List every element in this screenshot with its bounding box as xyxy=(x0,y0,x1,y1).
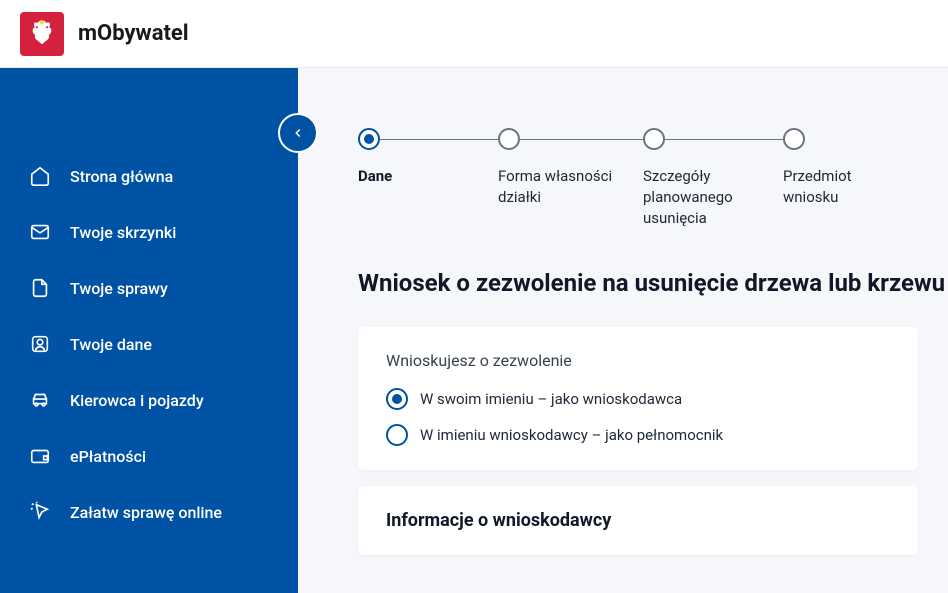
step-circle xyxy=(783,128,805,150)
sidebar-item-online[interactable]: Załatw sprawę online xyxy=(0,484,298,540)
sidebar-item-data[interactable]: Twoje dane xyxy=(0,316,298,372)
section-title: Informacje o wnioskodawcy xyxy=(386,510,890,531)
sidebar: Strona główna Twoje skrzynki Twoje spraw… xyxy=(0,68,298,593)
car-icon xyxy=(28,388,52,412)
radio-circle xyxy=(386,424,408,446)
sidebar-item-payments[interactable]: ePłatności xyxy=(0,428,298,484)
step-1: Dane xyxy=(358,128,498,187)
card-title: Wnioskujesz o zezwolenie xyxy=(386,351,890,370)
step-line xyxy=(665,139,783,140)
step-circle-active xyxy=(358,128,380,150)
cursor-icon xyxy=(28,500,52,524)
sidebar-item-label: Strona główna xyxy=(70,167,173,186)
wallet-icon xyxy=(28,444,52,468)
sidebar-item-label: Twoje dane xyxy=(70,335,152,354)
app-title: mObywatel xyxy=(78,21,189,46)
document-icon xyxy=(28,276,52,300)
step-2: Forma własności działki xyxy=(498,128,643,208)
radio-option-proxy[interactable]: W imieniu wnioskodawcy – jako pełnomocni… xyxy=(386,424,890,446)
radio-label: W swoim imieniu – jako wnioskodawca xyxy=(420,390,682,408)
stepper: Dane Forma własności działki Szczegóły p… xyxy=(358,128,948,229)
step-line xyxy=(380,139,498,140)
radio-circle-selected xyxy=(386,388,408,410)
emblem-logo xyxy=(20,12,64,56)
user-icon xyxy=(28,332,52,356)
sidebar-item-label: Twoje skrzynki xyxy=(70,223,176,242)
radio-label: W imieniu wnioskodawcy – jako pełnomocni… xyxy=(420,426,723,444)
sidebar-item-label: Twoje sprawy xyxy=(70,279,168,298)
mail-icon xyxy=(28,220,52,244)
step-label: Szczegóły planowanego usunięcia xyxy=(643,166,763,229)
permission-card: Wnioskujesz o zezwolenie W swoim imieniu… xyxy=(358,327,918,470)
radio-group: W swoim imieniu – jako wnioskodawca W im… xyxy=(386,388,890,446)
sidebar-item-label: Kierowca i pojazdy xyxy=(70,391,204,410)
step-3: Szczegóły planowanego usunięcia xyxy=(643,128,783,229)
collapse-sidebar-button[interactable] xyxy=(278,113,318,153)
home-icon xyxy=(28,164,52,188)
step-label: Przedmiot wniosku xyxy=(783,166,903,208)
step-line xyxy=(520,139,643,140)
sidebar-item-home[interactable]: Strona główna xyxy=(0,148,298,204)
applicant-card: Informacje o wnioskodawcy xyxy=(358,486,918,555)
step-circle xyxy=(498,128,520,150)
sidebar-item-inbox[interactable]: Twoje skrzynki xyxy=(0,204,298,260)
step-circle xyxy=(643,128,665,150)
sidebar-item-label: Załatw sprawę online xyxy=(70,503,222,522)
page-title: Wniosek o zezwolenie na usunięcie drzewa… xyxy=(358,269,948,297)
sidebar-item-label: ePłatności xyxy=(70,447,146,466)
step-label: Forma własności działki xyxy=(498,166,618,208)
app-header: mObywatel xyxy=(0,0,948,68)
main-content: Dane Forma własności działki Szczegóły p… xyxy=(298,68,948,593)
sidebar-item-cases[interactable]: Twoje sprawy xyxy=(0,260,298,316)
sidebar-item-driver[interactable]: Kierowca i pojazdy xyxy=(0,372,298,428)
step-4: Przedmiot wniosku xyxy=(783,128,903,208)
radio-option-self[interactable]: W swoim imieniu – jako wnioskodawca xyxy=(386,388,890,410)
step-label: Dane xyxy=(358,166,392,187)
